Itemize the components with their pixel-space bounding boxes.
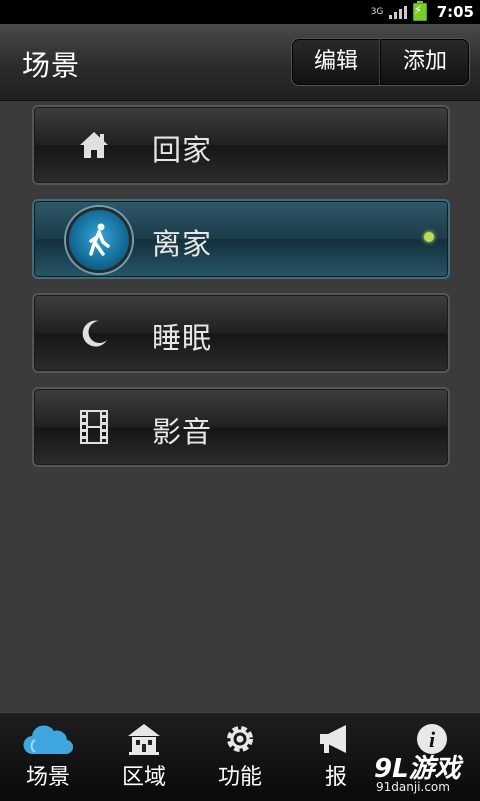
scene-label: 睡眠 — [152, 321, 213, 355]
tab-functions[interactable]: 功能 — [192, 713, 288, 801]
tab-label: 报 — [324, 765, 347, 790]
gear-icon — [192, 719, 288, 759]
tab-label: 功能 — [217, 765, 262, 790]
add-button[interactable]: 添加 — [380, 39, 469, 85]
signal-icon — [388, 5, 407, 19]
house-icon — [96, 719, 192, 759]
scene-item-home[interactable]: 回家 — [32, 105, 450, 185]
status-bar: 3G 7:05 — [0, 0, 480, 24]
title-bar: 场景 编辑 添加 — [0, 24, 480, 101]
cloud-icon — [0, 719, 96, 759]
tab-label: 场景 — [25, 765, 70, 790]
tab-area[interactable]: 区域 — [96, 713, 192, 801]
status-time: 7:05 — [436, 3, 474, 21]
battery-icon — [412, 1, 427, 21]
page-title: 场景 — [22, 49, 81, 82]
walk-icon — [66, 207, 132, 273]
scene-item-media[interactable]: 影音 — [32, 387, 450, 467]
watermark-logo: 9L游戏 91danji.com — [372, 748, 480, 800]
tab-label: 区域 — [121, 765, 166, 790]
network-type: 3G — [370, 6, 384, 17]
scene-label: 影音 — [152, 415, 213, 449]
home-icon — [74, 125, 114, 165]
scene-list: 回家 离家 睡眠 影音 — [32, 105, 450, 481]
scene-label: 离家 — [152, 227, 213, 261]
tab-alerts[interactable]: 报 — [288, 713, 384, 801]
film-icon — [74, 407, 114, 447]
megaphone-icon — [288, 719, 384, 759]
watermark-site: 91danji.com — [376, 780, 450, 794]
tab-scenes[interactable]: 场景 — [0, 713, 96, 801]
header-button-group: 编辑 添加 — [291, 38, 470, 86]
active-indicator — [424, 232, 434, 242]
moon-icon — [74, 313, 114, 353]
scene-item-sleep[interactable]: 睡眠 — [32, 293, 450, 373]
scene-label: 回家 — [152, 133, 213, 167]
scene-item-away[interactable]: 离家 — [32, 199, 450, 279]
edit-button[interactable]: 编辑 — [292, 39, 380, 85]
